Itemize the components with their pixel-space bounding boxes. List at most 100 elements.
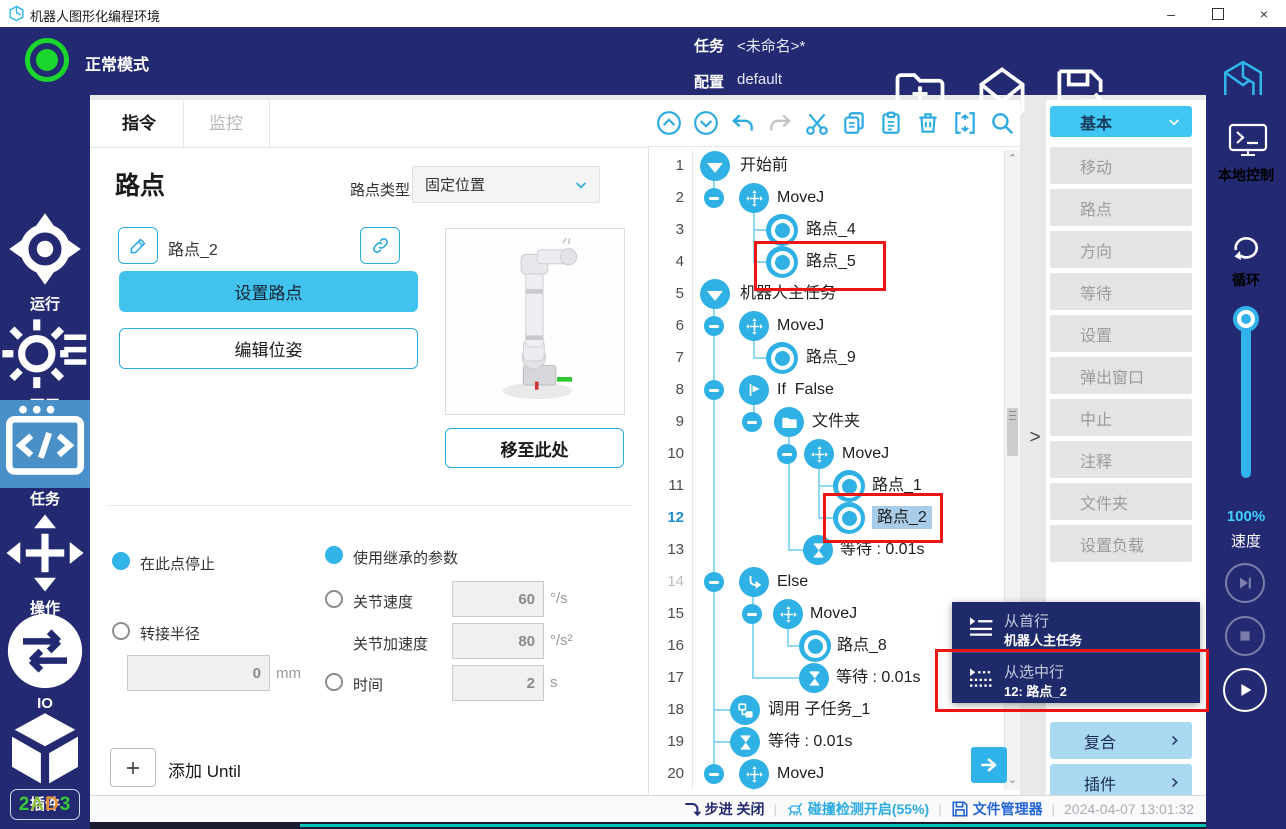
tab-instruction[interactable]: 指令 [95, 100, 184, 147]
tab-monitor[interactable]: 监控 [183, 100, 270, 147]
palette-item[interactable]: 设置负载 [1050, 525, 1192, 562]
palette-item[interactable]: 设置 [1050, 315, 1192, 352]
collapse-minus-icon[interactable] [704, 188, 724, 208]
copy-icon[interactable] [841, 110, 867, 136]
time-radio[interactable] [325, 673, 343, 691]
stop-button[interactable] [1225, 616, 1265, 656]
sidebar-item-operate[interactable]: 操作 [0, 509, 90, 597]
status-collision[interactable]: 碰撞检测开启(55%) [786, 799, 929, 819]
palette-item[interactable]: 中止 [1050, 399, 1192, 436]
joint-speed-input[interactable]: 60 [452, 581, 544, 617]
edit-pose-button[interactable]: 编辑位姿 [119, 328, 418, 369]
stop-here-radio[interactable] [112, 552, 130, 570]
movej-icon[interactable] [739, 759, 769, 789]
speed-slider[interactable] [1241, 312, 1251, 478]
wait-icon[interactable] [730, 727, 760, 757]
tree-node-label[interactable]: 文件夹 [812, 406, 860, 438]
tree-node-label[interactable]: MoveJ [842, 438, 889, 470]
expand-icon[interactable] [700, 279, 730, 309]
collapse-minus-icon[interactable] [704, 764, 724, 784]
insert-icon[interactable] [952, 110, 978, 136]
status-step[interactable]: 步进 关闭 [683, 799, 765, 819]
palette-group-compound[interactable]: 复合 [1050, 722, 1192, 759]
joint-accel-input[interactable]: 80 [452, 623, 544, 659]
waypoint-icon[interactable] [766, 342, 798, 374]
close-button[interactable]: × [1242, 0, 1286, 27]
tree-node-label[interactable]: Else [777, 566, 808, 598]
cut-icon[interactable] [804, 110, 830, 136]
palette-item[interactable]: 路点 [1050, 189, 1192, 226]
palette-item[interactable]: 移动 [1050, 147, 1192, 184]
step-forward-button[interactable] [1225, 563, 1265, 603]
palette-expander[interactable]: > [1024, 424, 1046, 452]
sidebar-item-config[interactable]: 配置 [0, 307, 90, 395]
tree-node-label[interactable]: 等待 : 0.01s [836, 662, 920, 694]
collapse-up-icon[interactable] [656, 110, 682, 136]
jump-to-row-button[interactable] [971, 747, 1007, 783]
folder-icon[interactable] [774, 407, 804, 437]
waypoint-type-select[interactable]: 固定位置 [412, 166, 600, 203]
joint-speed-radio[interactable] [325, 590, 343, 608]
tree-node-label[interactable]: MoveJ [777, 182, 824, 214]
undo-icon[interactable] [730, 110, 756, 136]
use-inherited-radio[interactable] [325, 546, 343, 564]
local-control-icon[interactable] [1228, 122, 1268, 158]
palette-item[interactable]: 等待 [1050, 273, 1192, 310]
collapse-minus-icon[interactable] [704, 316, 724, 336]
palette-header-basic[interactable]: 基本 [1050, 106, 1192, 137]
scrollbar-thumb[interactable] [1007, 408, 1018, 456]
movej-icon[interactable] [739, 311, 769, 341]
search-icon[interactable] [989, 110, 1015, 136]
else-icon[interactable] [739, 567, 769, 597]
redo-icon[interactable] [767, 110, 793, 136]
tree-node-label[interactable]: MoveJ [777, 758, 824, 790]
status-file-manager[interactable]: 文件管理器 [951, 799, 1043, 819]
set-waypoint-button[interactable]: 设置路点 [119, 271, 418, 312]
speed-slider-knob[interactable] [1233, 306, 1259, 332]
loop-icon[interactable] [1228, 228, 1266, 262]
minimize-button[interactable]: – [1149, 0, 1193, 27]
movej-icon[interactable] [739, 183, 769, 213]
movej-icon[interactable] [804, 439, 834, 469]
move-here-button[interactable]: 移至此处 [445, 428, 624, 468]
wait-icon[interactable] [799, 663, 829, 693]
palette-item[interactable]: 弹出窗口 [1050, 357, 1192, 394]
collapse-minus-icon[interactable] [704, 380, 724, 400]
collapse-minus-icon[interactable] [704, 572, 724, 592]
paste-icon[interactable] [878, 110, 904, 136]
add-until-button[interactable] [110, 748, 156, 787]
scroll-down-icon[interactable]: ⌄ [1006, 773, 1019, 787]
play-button[interactable] [1223, 668, 1267, 712]
expand-icon[interactable] [700, 151, 730, 181]
if-icon[interactable] [739, 375, 769, 405]
tree-node-label[interactable]: MoveJ [777, 310, 824, 342]
link-button[interactable] [360, 227, 400, 264]
palette-item[interactable]: 文件夹 [1050, 483, 1192, 520]
popup-item-run-from-first[interactable]: 从首行机器人主任务 [952, 602, 1200, 652]
subtask-icon[interactable] [730, 695, 760, 725]
collapse-down-icon[interactable] [693, 110, 719, 136]
collapse-minus-icon[interactable] [742, 412, 762, 432]
tree-node-label[interactable]: If False [777, 374, 834, 406]
scroll-up-icon[interactable]: ⌃ [1006, 152, 1019, 166]
radius-input[interactable]: 0 [127, 655, 270, 691]
sidebar-item-io[interactable]: IO [0, 607, 90, 695]
waypoint-icon[interactable] [799, 630, 831, 662]
sidebar-item-plugin[interactable]: 插件 [0, 705, 90, 793]
collapse-minus-icon[interactable] [777, 444, 797, 464]
tree-node-label[interactable]: 路点_8 [837, 630, 887, 662]
maximize-button[interactable] [1196, 0, 1240, 27]
time-input[interactable]: 2 [452, 665, 544, 701]
rename-button[interactable] [118, 227, 158, 264]
palette-item[interactable]: 方向 [1050, 231, 1192, 268]
tree-node-label[interactable]: 路点_9 [806, 342, 856, 374]
tree-node-label[interactable]: 等待 : 0.01s [768, 726, 852, 758]
delete-icon[interactable] [915, 110, 941, 136]
collapse-minus-icon[interactable] [742, 604, 762, 624]
sidebar-item-run[interactable]: 运行 [0, 205, 90, 293]
sidebar-item-task[interactable]: 任务 [0, 400, 90, 488]
tree-node-label[interactable]: 调用 子任务_1 [768, 694, 870, 726]
tree-node-label[interactable]: 开始前 [740, 150, 788, 182]
palette-item[interactable]: 注释 [1050, 441, 1192, 478]
tree-node-label[interactable]: MoveJ [810, 598, 857, 630]
